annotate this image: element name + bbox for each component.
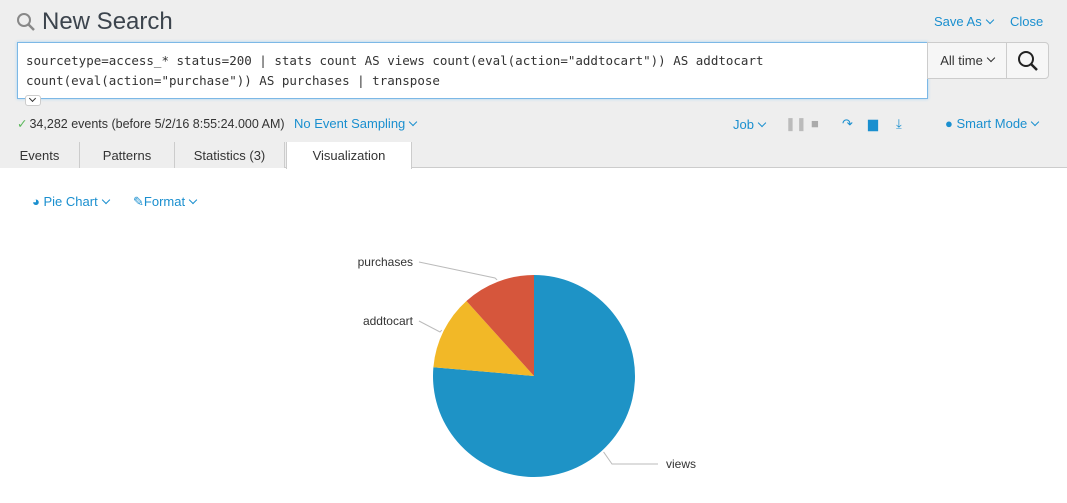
tab-events[interactable]: Events [0,142,80,168]
pie-chart: views addtocart purchases [358,255,696,477]
export-icon[interactable]: ⤓ [896,116,902,132]
tab-patterns[interactable]: Patterns [80,142,175,168]
print-icon[interactable]: ▆ [868,116,878,132]
event-sampling-menu[interactable]: No Event Sampling [294,116,418,131]
chevron-down-icon [757,118,767,128]
time-range-picker[interactable]: All time [927,42,1007,79]
chevron-down-icon [28,94,37,103]
page-title: New Search [16,8,173,36]
leader-line [418,261,498,281]
slice-label: addtocart [363,314,414,328]
chevron-down-icon [409,117,418,127]
save-as-menu[interactable]: Save As [934,14,994,29]
tab-statistics[interactable]: Statistics (3) [175,142,285,168]
results-tabs: Events Patterns Statistics (3) Visualiza… [0,142,1067,169]
leader-line [418,320,443,333]
expand-search-button[interactable] [25,94,41,106]
search-mode-menu[interactable]: ● Smart Mode [945,116,1040,131]
chevron-down-icon [986,53,996,62]
slice-label: purchases [358,255,413,269]
search-icon [17,13,35,31]
chevron-down-icon [1031,117,1040,127]
lightbulb-icon: ● [945,116,953,131]
search-input[interactable]: sourcetype=access_* status=200 | stats c… [17,42,928,99]
job-menu[interactable]: Job [733,117,767,132]
leader-line [603,451,658,465]
close-button[interactable]: Close [1010,14,1043,29]
search-icon [1017,50,1038,71]
stop-icon[interactable]: ■ [811,116,819,131]
slice-label: views [666,457,696,471]
search-header: New Search Save As Close sourcetype=acce… [0,0,1067,169]
event-count: ✓ 34,282 events (before 5/2/16 8:55:24.00… [17,117,285,131]
pause-icon[interactable]: ❚❚ [785,116,807,132]
chevron-down-icon [985,15,994,25]
check-icon: ✓ [17,117,28,131]
search-button[interactable] [1006,42,1049,79]
share-icon[interactable]: ↷ [842,116,853,132]
tab-visualization[interactable]: Visualization [286,142,412,169]
